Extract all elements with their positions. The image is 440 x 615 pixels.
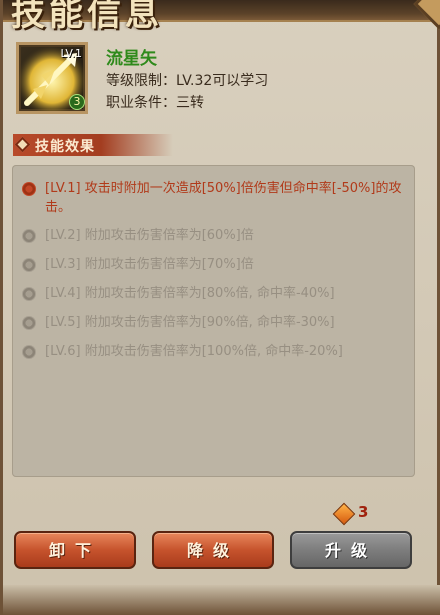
skill-info-panel: 技能信息 LV.1 3 流星矢 等级限制：LV.32可以学习 职业条件：三转 技…	[0, 0, 440, 615]
level-requirement: 等级限制：LV.32可以学习	[106, 73, 269, 89]
window-title: 技能信息	[11, 0, 163, 34]
effect-item-lv6: [LV.6] 附加攻击伤害倍率为[100%倍, 命中率-20%]	[22, 342, 407, 361]
effect-text: [LV.5] 附加攻击伤害倍率为[90%倍, 命中率-30%]	[45, 315, 335, 330]
gem-icon	[332, 502, 356, 526]
effect-item-lv3: [LV.3] 附加攻击伤害倍率为[70%]倍	[22, 255, 407, 274]
bottom-border	[3, 585, 440, 615]
title-bar: 技能信息	[3, 0, 440, 34]
upgrade-button[interactable]: 升级	[290, 531, 412, 569]
swirl-icon	[22, 258, 36, 272]
swirl-icon	[22, 287, 36, 301]
job-requirement: 职业条件：三转	[106, 95, 204, 111]
effect-item-lv1: [LV.1] 攻击时附加一次造成[50%]倍伤害但命中率[-50%]的攻击。	[22, 179, 407, 217]
swirl-icon	[22, 345, 36, 359]
swirl-icon	[22, 182, 36, 196]
effect-item-lv2: [LV.2] 附加攻击伤害倍率为[60%]倍	[22, 226, 407, 245]
effect-text: [LV.1] 攻击时附加一次造成[50%]倍伤害但命中率[-50%]的攻击。	[45, 181, 402, 215]
effects-list: [LV.1] 攻击时附加一次造成[50%]倍伤害但命中率[-50%]的攻击。 […	[12, 165, 415, 477]
effect-text: [LV.6] 附加攻击伤害倍率为[100%倍, 命中率-20%]	[45, 344, 343, 359]
effects-section-title: 技能效果	[35, 139, 95, 155]
effect-text: [LV.3] 附加攻击伤害倍率为[70%]倍	[45, 257, 254, 272]
corner-ornament-icon	[413, 0, 440, 30]
diamond-icon	[14, 136, 31, 153]
skill-name: 流星矢	[106, 49, 157, 69]
unequip-button[interactable]: 卸下	[14, 531, 136, 569]
effects-section-header: 技能效果	[13, 134, 173, 156]
swirl-icon	[22, 229, 36, 243]
swirl-icon	[22, 316, 36, 330]
effect-text: [LV.2] 附加攻击伤害倍率为[60%]倍	[45, 228, 254, 243]
skill-level-tag: LV.1	[60, 47, 82, 60]
effect-item-lv4: [LV.4] 附加攻击伤害倍率为[80%倍, 命中率-40%]	[22, 284, 407, 303]
cost-value: 3	[358, 503, 369, 521]
effect-text: [LV.4] 附加攻击伤害倍率为[80%倍, 命中率-40%]	[45, 286, 335, 301]
skill-icon: LV.1 3	[16, 42, 88, 114]
skill-count-badge: 3	[69, 94, 85, 110]
effect-item-lv5: [LV.5] 附加攻击伤害倍率为[90%倍, 命中率-30%]	[22, 313, 407, 332]
downgrade-button[interactable]: 降级	[152, 531, 274, 569]
